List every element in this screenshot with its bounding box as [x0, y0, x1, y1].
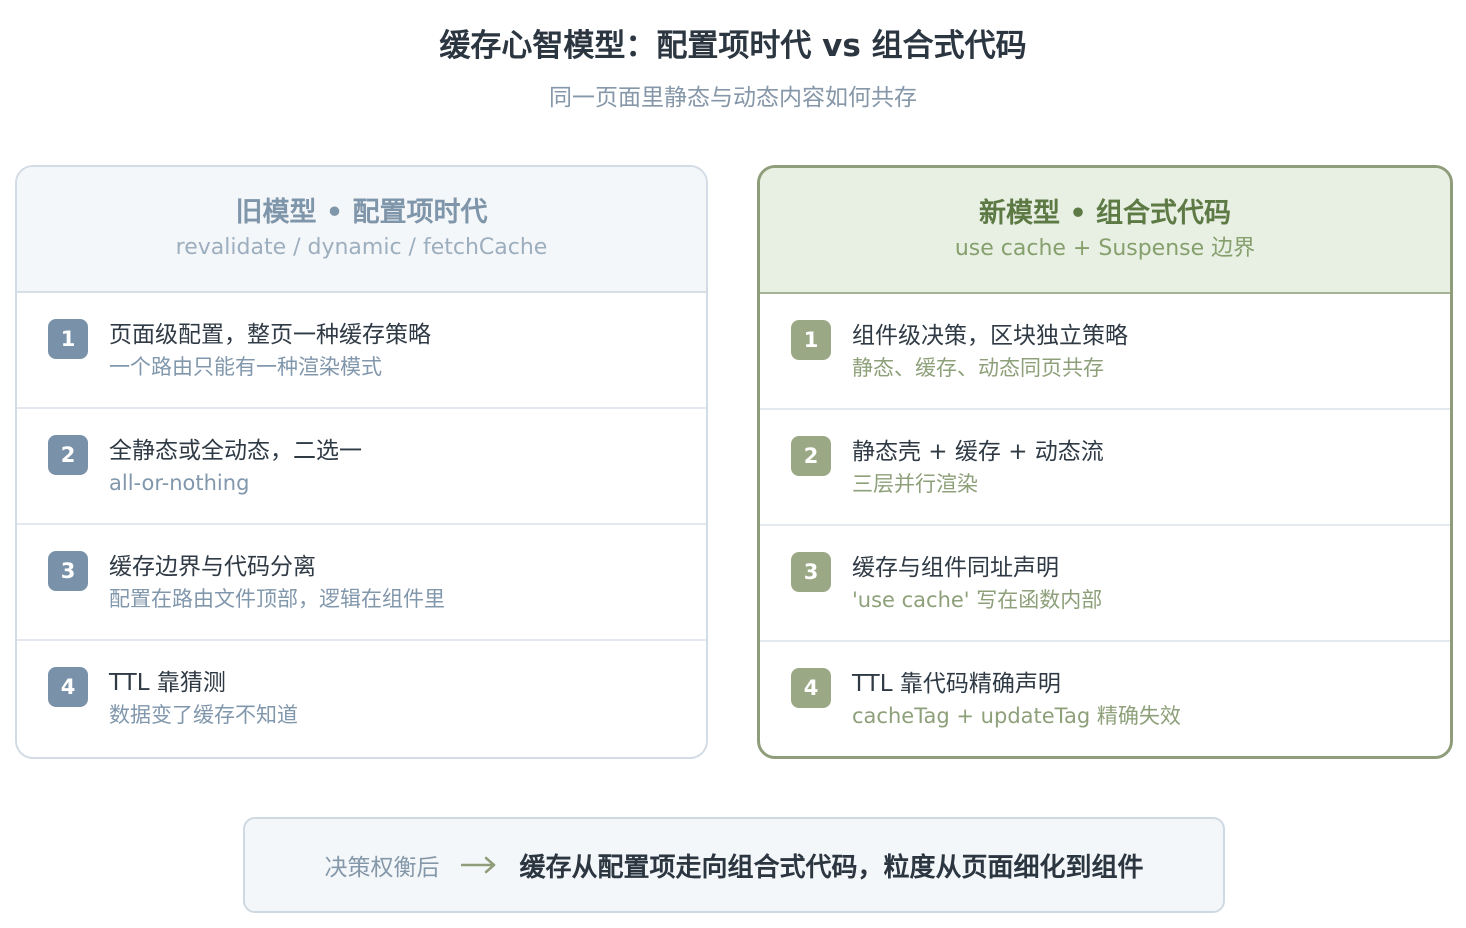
- old-model-item-4: 4 TTL 靠猜测 数据变了缓存不知道: [17, 641, 706, 757]
- number-badge: 3: [791, 552, 831, 592]
- item-main-text: 静态壳 + 缓存 + 动态流: [852, 439, 1104, 465]
- new-model-item-3: 3 缓存与组件同址声明 'use cache' 写在函数内部: [760, 526, 1450, 642]
- page-title: 缓存心智模型：配置项时代 vs 组合式代码: [439, 28, 1027, 64]
- old-model-item-3: 3 缓存边界与代码分离 配置在路由文件顶部，逻辑在组件里: [17, 525, 706, 641]
- item-main-text: TTL 靠代码精确声明: [852, 671, 1061, 697]
- old-model-header: 旧模型 • 配置项时代 revalidate / dynamic / fetch…: [17, 167, 706, 293]
- new-model-panel: 新模型 • 组合式代码 use cache + Suspense 边界 1 组件…: [757, 165, 1453, 759]
- item-sub-text: cacheTag + updateTag 精确失效: [852, 704, 1181, 728]
- new-model-title: 新模型 • 组合式代码: [978, 198, 1232, 229]
- new-model-list: 1 组件级决策，区块独立策略 静态、缓存、动态同页共存 2 静态壳 + 缓存 +…: [760, 294, 1450, 756]
- item-main-text: 页面级配置，整页一种缓存策略: [109, 322, 431, 348]
- conclusion-box: 决策权衡后 缓存从配置项走向组合式代码，粒度从页面细化到组件: [243, 817, 1225, 913]
- old-model-list: 1 页面级配置，整页一种缓存策略 一个路由只能有一种渲染模式 2 全静态或全动态…: [17, 293, 706, 757]
- conclusion-text: 缓存从配置项走向组合式代码，粒度从页面细化到组件: [519, 852, 1144, 883]
- item-sub-text: 一个路由只能有一种渲染模式: [109, 355, 382, 379]
- item-text: 缓存与组件同址声明 'use cache' 写在函数内部: [852, 552, 1102, 615]
- item-text: 全静态或全动态，二选一 all-or-nothing: [109, 435, 362, 498]
- new-model-subtitle: use cache + Suspense 边界: [954, 236, 1256, 261]
- old-model-title: 旧模型 • 配置项时代: [235, 197, 488, 228]
- old-model-subtitle: revalidate / dynamic / fetchCache: [175, 235, 548, 260]
- item-text: TTL 靠猜测 数据变了缓存不知道: [109, 667, 298, 730]
- number-badge: 3: [48, 551, 88, 591]
- new-model-item-2: 2 静态壳 + 缓存 + 动态流 三层并行渲染: [760, 410, 1450, 526]
- item-text: 组件级决策，区块独立策略 静态、缓存、动态同页共存: [852, 320, 1128, 383]
- item-sub-text: 'use cache' 写在函数内部: [852, 588, 1103, 612]
- page: 缓存心智模型：配置项时代 vs 组合式代码 同一页面里静态与动态内容如何共存 旧…: [0, 0, 1466, 928]
- conclusion-label: 决策权衡后: [324, 855, 440, 881]
- page-subtitle: 同一页面里静态与动态内容如何共存: [549, 85, 917, 111]
- number-badge: 1: [791, 320, 831, 360]
- number-badge: 1: [48, 319, 88, 359]
- arrow-right-icon: [461, 855, 497, 875]
- old-model-panel: 旧模型 • 配置项时代 revalidate / dynamic / fetch…: [15, 165, 708, 759]
- item-main-text: 组件级决策，区块独立策略: [852, 323, 1128, 349]
- item-sub-text: 配置在路由文件顶部，逻辑在组件里: [109, 587, 445, 611]
- item-sub-text: 三层并行渲染: [852, 472, 978, 496]
- number-badge: 2: [791, 436, 831, 476]
- item-text: 静态壳 + 缓存 + 动态流 三层并行渲染: [852, 436, 1104, 499]
- number-badge: 4: [791, 668, 831, 708]
- number-badge: 4: [48, 667, 88, 707]
- item-sub-text: 数据变了缓存不知道: [109, 703, 298, 727]
- item-main-text: 缓存与组件同址声明: [852, 555, 1059, 581]
- old-model-item-1: 1 页面级配置，整页一种缓存策略 一个路由只能有一种渲染模式: [17, 293, 706, 409]
- item-text: 缓存边界与代码分离 配置在路由文件顶部，逻辑在组件里: [109, 551, 445, 614]
- item-main-text: 缓存边界与代码分离: [109, 554, 316, 580]
- new-model-item-4: 4 TTL 靠代码精确声明 cacheTag + updateTag 精确失效: [760, 642, 1450, 756]
- new-model-header: 新模型 • 组合式代码 use cache + Suspense 边界: [760, 168, 1450, 294]
- item-main-text: TTL 靠猜测: [109, 670, 226, 696]
- item-sub-text: all-or-nothing: [109, 471, 250, 495]
- number-badge: 2: [48, 435, 88, 475]
- item-sub-text: 静态、缓存、动态同页共存: [852, 356, 1104, 380]
- old-model-item-2: 2 全静态或全动态，二选一 all-or-nothing: [17, 409, 706, 525]
- item-text: 页面级配置，整页一种缓存策略 一个路由只能有一种渲染模式: [109, 319, 431, 382]
- item-main-text: 全静态或全动态，二选一: [109, 438, 362, 464]
- new-model-item-1: 1 组件级决策，区块独立策略 静态、缓存、动态同页共存: [760, 294, 1450, 410]
- item-text: TTL 靠代码精确声明 cacheTag + updateTag 精确失效: [852, 668, 1181, 731]
